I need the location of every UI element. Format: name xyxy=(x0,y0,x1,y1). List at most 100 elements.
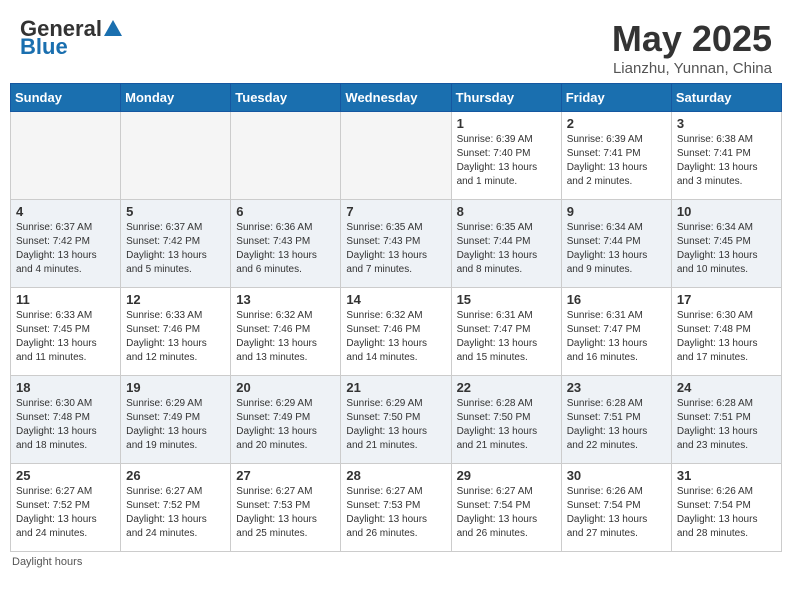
day-info: Sunrise: 6:34 AMSunset: 7:44 PMDaylight:… xyxy=(567,221,666,277)
day-number: 29 xyxy=(457,468,556,483)
day-info: Sunrise: 6:28 AMSunset: 7:50 PMDaylight:… xyxy=(457,397,556,453)
day-number: 28 xyxy=(346,468,445,483)
day-number: 12 xyxy=(126,292,225,307)
day-number: 16 xyxy=(567,292,666,307)
day-number: 21 xyxy=(346,380,445,395)
day-info: Sunrise: 6:33 AMSunset: 7:45 PMDaylight:… xyxy=(16,309,115,365)
day-info: Sunrise: 6:30 AMSunset: 7:48 PMDaylight:… xyxy=(16,397,115,453)
column-header-friday: Friday xyxy=(561,84,671,112)
day-info: Sunrise: 6:32 AMSunset: 7:46 PMDaylight:… xyxy=(346,309,445,365)
calendar-location: Lianzhu, Yunnan, China xyxy=(612,60,772,77)
calendar-cell xyxy=(11,112,121,200)
day-info: Sunrise: 6:33 AMSunset: 7:46 PMDaylight:… xyxy=(126,309,225,365)
calendar-cell: 30Sunrise: 6:26 AMSunset: 7:54 PMDayligh… xyxy=(561,464,671,552)
calendar-cell: 15 Sunrise: 6:31 AMSunset: 7:47 PMDayligh… xyxy=(451,288,561,376)
calendar-cell: 2 Sunrise: 6:39 AMSunset: 7:41 PMDaylight… xyxy=(561,112,671,200)
day-info: Sunrise: 6:27 AMSunset: 7:52 PMDaylight:… xyxy=(16,485,115,541)
calendar-cell xyxy=(121,112,231,200)
day-info: Sunrise: 6:34 AMSunset: 7:45 PMDaylight:… xyxy=(677,221,776,277)
column-header-wednesday: Wednesday xyxy=(341,84,451,112)
calendar-cell: 31 Sunrise: 6:26 AMSunset: 7:54 PMDayligh… xyxy=(671,464,781,552)
day-number: 24 xyxy=(677,380,776,395)
column-header-sunday: Sunday xyxy=(11,84,121,112)
day-info: Sunrise: 6:27 AMSunset: 7:53 PMDaylight:… xyxy=(236,485,335,541)
day-number: 20 xyxy=(236,380,335,395)
day-info: Sunrise: 6:27 AMSunset: 7:54 PMDaylight:… xyxy=(457,485,556,541)
calendar-cell xyxy=(341,112,451,200)
day-info: Sunrise: 6:26 AMSunset: 7:54 PMDaylight:… xyxy=(567,485,666,541)
calendar-week-5: 25 Sunrise: 6:27 AMSunset: 7:52 PMDayligh… xyxy=(11,464,782,552)
day-info: Sunrise: 6:27 AMSunset: 7:52 PMDaylight:… xyxy=(126,485,225,541)
calendar-cell: 9 Sunrise: 6:34 AMSunset: 7:44 PMDaylight… xyxy=(561,200,671,288)
calendar-cell: 29 Sunrise: 6:27 AMSunset: 7:54 PMDayligh… xyxy=(451,464,561,552)
page-header: General Blue May 2025 Lianzhu, Yunnan, C… xyxy=(10,10,782,83)
day-info: Sunrise: 6:26 AMSunset: 7:54 PMDaylight:… xyxy=(677,485,776,541)
day-number: 10 xyxy=(677,204,776,219)
calendar-cell: 1 Sunrise: 6:39 AMSunset: 7:40 PMDaylight… xyxy=(451,112,561,200)
calendar-cell: 13 Sunrise: 6:32 AMSunset: 7:46 PMDayligh… xyxy=(231,288,341,376)
calendar-week-3: 11Sunrise: 6:33 AMSunset: 7:45 PMDayligh… xyxy=(11,288,782,376)
calendar-cell: 24Sunrise: 6:28 AMSunset: 7:51 PMDayligh… xyxy=(671,376,781,464)
column-header-monday: Monday xyxy=(121,84,231,112)
column-header-thursday: Thursday xyxy=(451,84,561,112)
calendar-cell: 28Sunrise: 6:27 AMSunset: 7:53 PMDayligh… xyxy=(341,464,451,552)
day-number: 15 xyxy=(457,292,556,307)
day-number: 13 xyxy=(236,292,335,307)
day-info: Sunrise: 6:35 AMSunset: 7:43 PMDaylight:… xyxy=(346,221,445,277)
day-number: 3 xyxy=(677,116,776,131)
calendar-cell: 7 Sunrise: 6:35 AMSunset: 7:43 PMDaylight… xyxy=(341,200,451,288)
day-number: 23 xyxy=(567,380,666,395)
day-number: 9 xyxy=(567,204,666,219)
day-number: 6 xyxy=(236,204,335,219)
calendar-cell: 25 Sunrise: 6:27 AMSunset: 7:52 PMDayligh… xyxy=(11,464,121,552)
day-number: 25 xyxy=(16,468,115,483)
calendar-cell: 22 Sunrise: 6:28 AMSunset: 7:50 PMDayligh… xyxy=(451,376,561,464)
calendar-cell: 14 Sunrise: 6:32 AMSunset: 7:46 PMDayligh… xyxy=(341,288,451,376)
calendar-cell: 6Sunrise: 6:36 AMSunset: 7:43 PMDaylight… xyxy=(231,200,341,288)
day-number: 4 xyxy=(16,204,115,219)
day-number: 5 xyxy=(126,204,225,219)
calendar-cell: 12 Sunrise: 6:33 AMSunset: 7:46 PMDayligh… xyxy=(121,288,231,376)
footer-note: Daylight hours xyxy=(10,552,782,572)
calendar-cell: 16 Sunrise: 6:31 AMSunset: 7:47 PMDayligh… xyxy=(561,288,671,376)
day-number: 27 xyxy=(236,468,335,483)
day-number: 19 xyxy=(126,380,225,395)
day-info: Sunrise: 6:31 AMSunset: 7:47 PMDaylight:… xyxy=(457,309,556,365)
calendar-cell: 20Sunrise: 6:29 AMSunset: 7:49 PMDayligh… xyxy=(231,376,341,464)
calendar-title: May 2025 xyxy=(612,18,772,60)
calendar-table: SundayMondayTuesdayWednesdayThursdayFrid… xyxy=(10,83,782,552)
day-info: Sunrise: 6:28 AMSunset: 7:51 PMDaylight:… xyxy=(567,397,666,453)
calendar-cell: 5 Sunrise: 6:37 AMSunset: 7:42 PMDaylight… xyxy=(121,200,231,288)
day-info: Sunrise: 6:39 AMSunset: 7:41 PMDaylight:… xyxy=(567,133,666,189)
day-number: 18 xyxy=(16,380,115,395)
day-info: Sunrise: 6:32 AMSunset: 7:46 PMDaylight:… xyxy=(236,309,335,365)
logo: General Blue xyxy=(20,18,122,58)
day-info: Sunrise: 6:30 AMSunset: 7:48 PMDaylight:… xyxy=(677,309,776,365)
day-info: Sunrise: 6:35 AMSunset: 7:44 PMDaylight:… xyxy=(457,221,556,277)
calendar-cell: 4 Sunrise: 6:37 AMSunset: 7:42 PMDaylight… xyxy=(11,200,121,288)
day-info: Sunrise: 6:39 AMSunset: 7:40 PMDaylight:… xyxy=(457,133,556,189)
logo-blue-text: Blue xyxy=(20,36,122,58)
day-number: 31 xyxy=(677,468,776,483)
calendar-cell: 21Sunrise: 6:29 AMSunset: 7:50 PMDayligh… xyxy=(341,376,451,464)
calendar-cell: 10 Sunrise: 6:34 AMSunset: 7:45 PMDayligh… xyxy=(671,200,781,288)
calendar-cell: 23 Sunrise: 6:28 AMSunset: 7:51 PMDayligh… xyxy=(561,376,671,464)
calendar-cell: 19 Sunrise: 6:29 AMSunset: 7:49 PMDayligh… xyxy=(121,376,231,464)
day-number: 1 xyxy=(457,116,556,131)
day-number: 22 xyxy=(457,380,556,395)
day-info: Sunrise: 6:37 AMSunset: 7:42 PMDaylight:… xyxy=(126,221,225,277)
day-info: Sunrise: 6:37 AMSunset: 7:42 PMDaylight:… xyxy=(16,221,115,277)
day-info: Sunrise: 6:29 AMSunset: 7:49 PMDaylight:… xyxy=(126,397,225,453)
calendar-week-4: 18 Sunrise: 6:30 AMSunset: 7:48 PMDayligh… xyxy=(11,376,782,464)
calendar-cell: 18 Sunrise: 6:30 AMSunset: 7:48 PMDayligh… xyxy=(11,376,121,464)
column-header-saturday: Saturday xyxy=(671,84,781,112)
day-info: Sunrise: 6:38 AMSunset: 7:41 PMDaylight:… xyxy=(677,133,776,189)
day-number: 8 xyxy=(457,204,556,219)
calendar-cell: 27 Sunrise: 6:27 AMSunset: 7:53 PMDayligh… xyxy=(231,464,341,552)
day-number: 2 xyxy=(567,116,666,131)
day-number: 14 xyxy=(346,292,445,307)
calendar-cell xyxy=(231,112,341,200)
calendar-header-row: SundayMondayTuesdayWednesdayThursdayFrid… xyxy=(11,84,782,112)
day-info: Sunrise: 6:31 AMSunset: 7:47 PMDaylight:… xyxy=(567,309,666,365)
day-number: 7 xyxy=(346,204,445,219)
